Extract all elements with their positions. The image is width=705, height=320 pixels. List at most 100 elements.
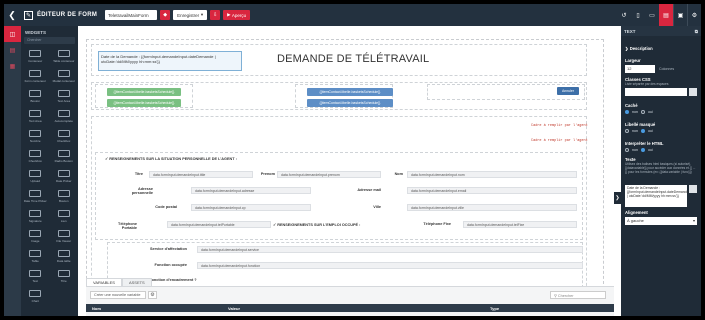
- tab-assets[interactable]: ASSETS: [121, 278, 152, 286]
- widget-item[interactable]: Text Area: [50, 87, 79, 105]
- widget-item[interactable]: Lien: [50, 207, 79, 225]
- item-button-1[interactable]: {{itemContact.libelle.basketsSchedule}}: [107, 88, 181, 96]
- undo-icon[interactable]: ↺: [617, 4, 631, 26]
- desktop-icon[interactable]: ▤: [659, 4, 673, 26]
- widget-item[interactable]: Data table: [50, 247, 79, 265]
- add-variable-button[interactable]: ⚙: [148, 291, 157, 299]
- widget-item[interactable]: Bouton: [21, 87, 50, 105]
- date-text-widget[interactable]: Date de la Demande : {{formInput.demande…: [98, 51, 242, 71]
- collapse-handle[interactable]: ❯: [614, 192, 621, 204]
- field-nom[interactable]: data.formInput.demandeInput.nom: [407, 171, 577, 178]
- label-cp: Code postal: [155, 205, 177, 209]
- item-button-3[interactable]: {{itemContact.libelle.basketsSchedule}}: [307, 88, 393, 96]
- widget-icon: [57, 89, 70, 97]
- alignement-select[interactable]: À gauche ▾: [625, 217, 697, 225]
- field-tel-fixe[interactable]: data.formInput.demandeInput.telFixe: [463, 221, 577, 228]
- field-adresse[interactable]: data.formInput.demandeInput.adresse: [191, 187, 311, 194]
- widget-item[interactable]: Modal conteneur: [50, 67, 79, 85]
- widget-item[interactable]: Conteneur: [21, 47, 50, 65]
- widget-label: Radio Bouton: [54, 158, 73, 163]
- back-icon[interactable]: ❮: [4, 4, 20, 26]
- classes-add-button[interactable]: [689, 88, 697, 96]
- widget-item[interactable]: Form conteneur: [21, 67, 50, 85]
- widget-label: Modal conteneur: [52, 78, 75, 83]
- widget-item[interactable]: Checkbox: [21, 147, 50, 165]
- layers-tab-icon[interactable]: ▤: [4, 42, 21, 58]
- field-ville[interactable]: data.formInput.demandeInput.ville: [407, 204, 577, 211]
- texte-edit-button[interactable]: [689, 185, 697, 193]
- widget-item[interactable]: Table: [21, 247, 50, 265]
- widget-item[interactable]: Radio Bouton: [50, 147, 79, 165]
- widget-item[interactable]: Text: [21, 267, 50, 285]
- screen-icon[interactable]: ▣: [673, 4, 687, 26]
- field-email[interactable]: data.formInput.demandeInput.email: [407, 187, 577, 194]
- widget-item[interactable]: Date Time Picker: [21, 187, 50, 205]
- save-dropdown[interactable]: Enregistrer ▾: [173, 10, 208, 20]
- widget-item[interactable]: Titre: [50, 267, 79, 285]
- widget-item[interactable]: Date Picker: [50, 167, 79, 185]
- widgets-grid: Conteneur Table conteneur Form conteneur Mo…: [21, 47, 78, 305]
- widget-item[interactable]: Autocomplete: [50, 107, 79, 125]
- variables-search-input[interactable]: ⚲ Chercher: [550, 291, 606, 299]
- widget-label: Text: [32, 278, 38, 283]
- field-fonction[interactable]: data.formInput.demandeInput.fonction: [197, 262, 583, 269]
- widget-icon: [57, 149, 70, 157]
- widget-label: Autocomplete: [54, 118, 73, 123]
- field-titre[interactable]: data.formInput.demandeInput.title: [149, 171, 253, 178]
- widget-item[interactable]: Checkbox: [50, 127, 79, 145]
- label-service: Service d'affectation: [150, 247, 187, 251]
- variables-panel: Créer une nouvelle variable ⚙ ⚲ Chercher…: [86, 286, 614, 316]
- cancel-button[interactable]: Annuler: [557, 87, 579, 95]
- form-name-input[interactable]: TeletravailMainForm: [105, 10, 158, 20]
- field-tel-portable[interactable]: data.formInput.demandeInput.telPortable: [167, 221, 271, 228]
- widget-icon: [57, 69, 70, 77]
- widget-item[interactable]: Table conteneur: [50, 47, 79, 65]
- label-titre: Titre: [134, 172, 143, 176]
- widget-item[interactable]: Nombre: [21, 127, 50, 145]
- variables-table-header: Nom Valeur Type: [86, 304, 614, 312]
- cache-radio[interactable]: non oui: [625, 110, 653, 114]
- label-tel-fixe: Téléphone Fixe: [423, 222, 451, 226]
- widget-item[interactable]: Bouton: [50, 187, 79, 205]
- widget-item[interactable]: Signature: [21, 207, 50, 225]
- widget-item[interactable]: Chart: [21, 287, 50, 305]
- widget-label: Table conteneur: [53, 58, 75, 63]
- field-service[interactable]: data.formInput.demandeInput.service: [197, 246, 583, 253]
- widget-item[interactable]: Image: [21, 227, 50, 245]
- widget-icon: [57, 49, 70, 57]
- agent-note-2: Cadre à remplir par l'agent: [531, 139, 588, 143]
- texte-hint: Utilisez des balises html basiques (si a…: [625, 162, 696, 174]
- widget-icon: [29, 129, 42, 137]
- properties-panel: TEXT ⧉ ❯ Description Largeur 12 Colonnes…: [621, 26, 701, 316]
- interpreter-radio[interactable]: non oui: [625, 148, 653, 152]
- widget-label: Upload: [30, 178, 40, 183]
- tablet-icon[interactable]: ▭: [645, 4, 659, 26]
- field-cp[interactable]: data.formInput.demandeInput.cp: [191, 204, 311, 211]
- label-nom: Nom: [394, 172, 403, 176]
- tab-variables[interactable]: VARIABLES: [86, 278, 122, 286]
- description-section[interactable]: ❯ Description: [625, 46, 653, 51]
- widget-label: Bouton: [58, 198, 69, 203]
- libelle-radio[interactable]: non oui: [625, 129, 653, 133]
- new-variable-input[interactable]: Créer une nouvelle variable: [90, 291, 146, 299]
- widget-label: Table: [31, 258, 39, 263]
- widget-item[interactable]: Upload: [21, 167, 50, 185]
- form-title[interactable]: DEMANDE DE TÉLÉTRAVAIL: [277, 53, 429, 65]
- widget-item[interactable]: File Viewer: [50, 227, 79, 245]
- item-button-4[interactable]: {{itemContact.libelle.basketsSchedule}}: [307, 99, 393, 107]
- preview-button[interactable]: ▶ Aperçu: [223, 10, 251, 20]
- texte-input[interactable]: Date de la Demande : {{formInput.demande…: [625, 185, 688, 207]
- mobile-icon[interactable]: ▯: [631, 4, 645, 26]
- classes-input[interactable]: [625, 88, 687, 96]
- download-button[interactable]: ⇩: [210, 10, 221, 20]
- copy-icon[interactable]: ⧉: [695, 29, 698, 34]
- largeur-input[interactable]: 12: [625, 65, 655, 73]
- tag-button[interactable]: ◆: [160, 10, 171, 20]
- widgets-search-input[interactable]: Chercher: [24, 37, 75, 44]
- settings-icon[interactable]: ⚙: [687, 4, 701, 26]
- field-prenom[interactable]: data.formInput.demandeInput.prenom: [277, 171, 381, 178]
- data-tab-icon[interactable]: ▦: [4, 58, 21, 74]
- widget-item[interactable]: Text Area: [21, 107, 50, 125]
- item-button-2[interactable]: {{itemContact.libelle.basketsSchedule}}: [107, 99, 181, 107]
- widgets-tab-icon[interactable]: ◫: [4, 26, 21, 42]
